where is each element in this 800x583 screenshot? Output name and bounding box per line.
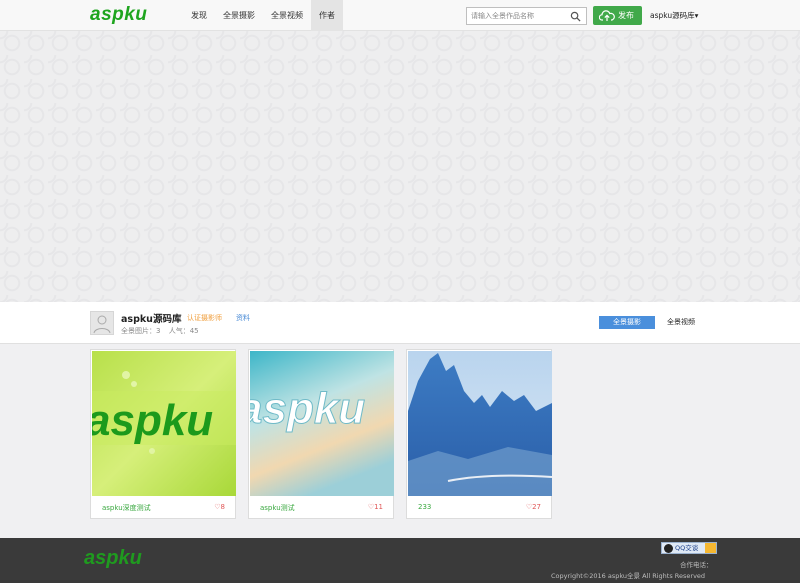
profile-info-link[interactable]: 资料: [236, 313, 250, 323]
user-icon: [93, 315, 111, 334]
main-nav: 发现 全景摄影 全景视频 作者: [183, 0, 343, 31]
qq-chat-label: QQ交谈: [675, 544, 699, 552]
profile-banner: [0, 31, 800, 302]
work-title[interactable]: aspku测试: [260, 503, 295, 513]
tab-panorama-video[interactable]: 全景视频: [667, 316, 695, 329]
stat-popularity: 人气：45: [168, 327, 199, 335]
publish-button[interactable]: 发布: [593, 6, 642, 25]
work-card[interactable]: 233 ♡27: [406, 349, 552, 519]
tab-panorama-photo[interactable]: 全景摄影: [599, 316, 655, 329]
profile-stats: 全景图片：3 人气：45: [121, 326, 205, 336]
search-input[interactable]: [471, 10, 567, 22]
site-logo[interactable]: aspku: [90, 4, 147, 26]
svg-text:aspku: aspku: [250, 384, 365, 433]
work-thumbnail[interactable]: aspku: [92, 351, 236, 496]
work-card[interactable]: aspku aspku深度测试 ♡8: [90, 349, 236, 519]
like-count[interactable]: ♡8: [214, 503, 225, 511]
top-bar: aspku 发现 全景摄影 全景视频 作者 发布 aspku源码库▾: [0, 0, 800, 31]
footer-tel: 合作电话：: [680, 561, 713, 569]
footer-logo[interactable]: aspku: [84, 547, 142, 570]
nav-authors[interactable]: 作者: [311, 0, 343, 31]
nav-panorama-photo[interactable]: 全景摄影: [215, 0, 263, 31]
stat-photos: 全景图片：3: [121, 327, 161, 335]
work-title[interactable]: 233: [418, 503, 431, 511]
qq-penguin-icon: [664, 544, 673, 553]
cloud-upload-icon: [599, 10, 615, 21]
work-thumbnail[interactable]: aspku: [250, 351, 394, 496]
search-box: [466, 7, 587, 25]
work-card[interactable]: aspku aspku测试 ♡11: [248, 349, 394, 519]
like-count[interactable]: ♡27: [526, 503, 541, 511]
nav-discover[interactable]: 发现: [183, 0, 215, 31]
certified-badge: 认证摄影师: [187, 314, 222, 322]
user-menu[interactable]: aspku源码库▾: [650, 0, 698, 31]
like-count[interactable]: ♡11: [368, 503, 383, 511]
svg-text:aspku: aspku: [92, 396, 213, 445]
work-thumbnail[interactable]: [408, 351, 552, 496]
qq-chat-button[interactable]: QQ交谈: [661, 542, 717, 554]
publish-label: 发布: [618, 11, 634, 20]
search-icon[interactable]: [570, 11, 581, 22]
nav-panorama-video[interactable]: 全景视频: [263, 0, 311, 31]
footer-copyright: Copyright©2016 aspku全景 All Rights Reserv…: [551, 572, 706, 580]
profile-name: aspku源码库: [121, 314, 182, 325]
qq-badge-icon: [705, 543, 716, 553]
work-title[interactable]: aspku深度测试: [102, 503, 151, 513]
avatar[interactable]: [90, 311, 114, 335]
